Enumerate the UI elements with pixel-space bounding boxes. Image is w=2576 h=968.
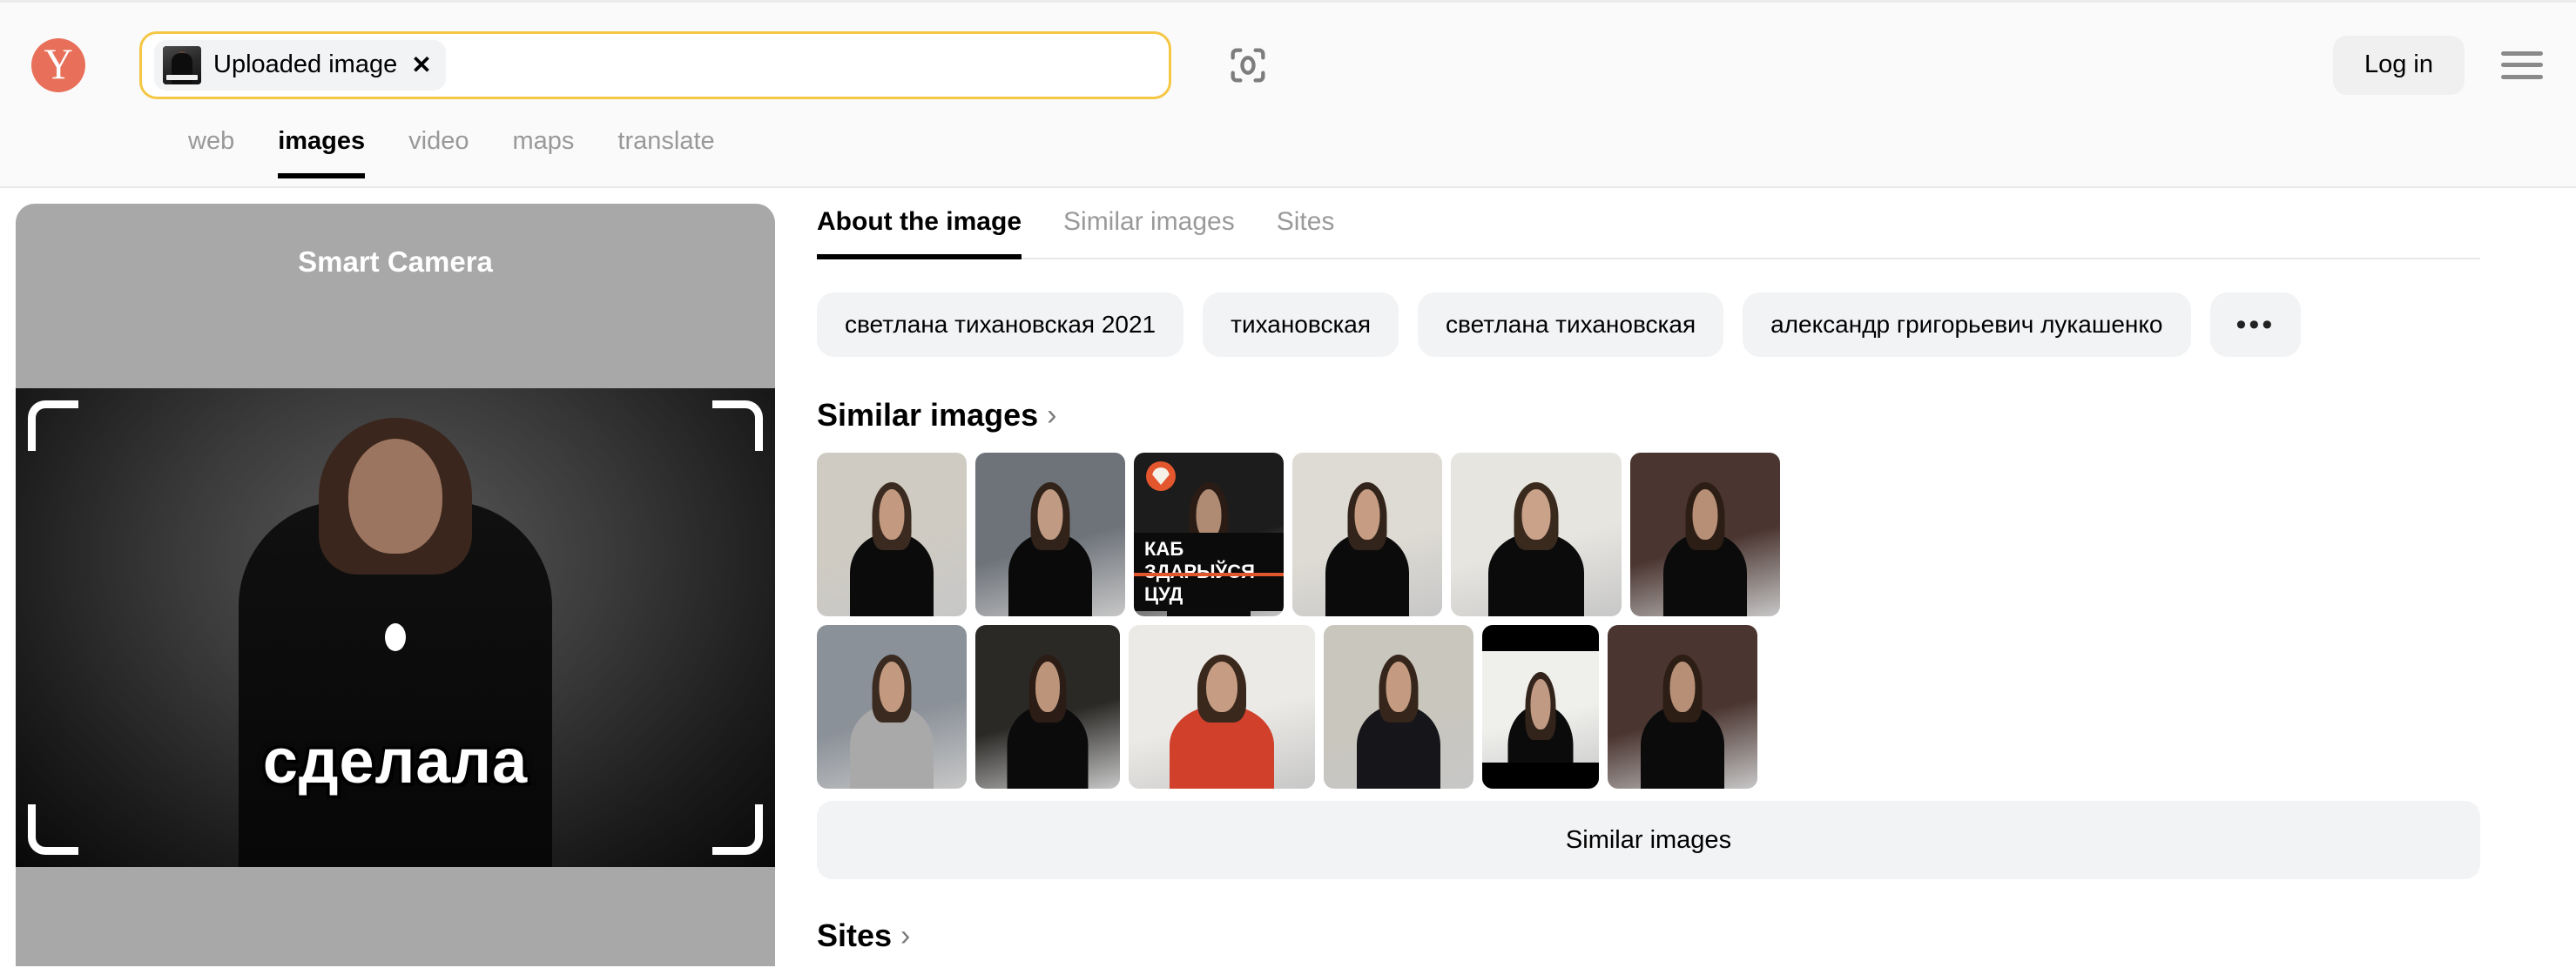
similar-image-thumbnail[interactable] xyxy=(975,625,1120,789)
nav-tab-video[interactable]: video xyxy=(408,127,469,177)
similar-image-thumbnail[interactable] xyxy=(817,453,967,616)
thumbnail-caption-line-2: КАБ ЗДАРЫЎСЯ ЦУД xyxy=(1134,533,1284,611)
similar-images-heading-label: Similar images xyxy=(817,397,1039,433)
chevron-right-icon: › xyxy=(1047,398,1057,432)
smart-camera-title: Smart Camera xyxy=(298,245,493,278)
similar-images-button-label: Similar images xyxy=(1565,825,1732,854)
query-chip[interactable]: светлана тихановская xyxy=(1418,292,1724,357)
similar-image-thumbnail[interactable]: Я Б ХАЦЕЛАКАБ ЗДАРЫЎСЯ ЦУД xyxy=(1134,453,1284,616)
uploaded-image-preview[interactable]: сделала xyxy=(16,388,775,867)
similar-images-heading[interactable]: Similar images › xyxy=(817,397,1056,434)
crop-handle-bottom-right[interactable] xyxy=(712,804,763,855)
yandex-logo[interactable]: Y xyxy=(31,37,85,92)
query-chip[interactable]: александр григорьевич лукашенко xyxy=(1743,292,2191,357)
tab-similar-images[interactable]: Similar images xyxy=(1063,207,1235,258)
similar-image-thumbnail[interactable] xyxy=(1292,453,1442,616)
tab-about-the-image[interactable]: About the image xyxy=(817,207,1022,259)
service-nav: web images video maps translate xyxy=(0,127,2576,188)
similar-images-grid: Я Б ХАЦЕЛАКАБ ЗДАРЫЎСЯ ЦУД xyxy=(817,453,2480,789)
smart-camera-panel: Smart Camera сделала xyxy=(0,188,775,966)
nav-tab-maps[interactable]: maps xyxy=(512,127,574,177)
similar-image-thumbnail[interactable] xyxy=(1482,625,1599,789)
related-query-chips: светлана тихановская 2021 тихановская свет… xyxy=(817,292,2480,357)
similar-image-thumbnail[interactable] xyxy=(975,453,1125,616)
yandex-logo-letter: Y xyxy=(44,38,73,88)
similar-images-row xyxy=(817,625,2480,789)
header-actions: Log in xyxy=(2332,35,2543,95)
query-chip[interactable]: светлана тихановская 2021 xyxy=(817,292,1184,357)
nav-tab-web[interactable]: web xyxy=(188,127,234,177)
similar-image-thumbnail[interactable] xyxy=(1608,625,1757,789)
similar-image-thumbnail[interactable] xyxy=(817,625,967,789)
similar-images-row: Я Б ХАЦЕЛАКАБ ЗДАРЫЎСЯ ЦУД xyxy=(817,453,2480,616)
smart-camera-icon[interactable] xyxy=(1222,39,1274,91)
uploaded-image-thumbnail xyxy=(163,45,201,84)
chevron-right-icon: › xyxy=(900,918,911,952)
nav-tab-images[interactable]: images xyxy=(278,127,365,178)
channel-logo-icon xyxy=(1146,461,1176,491)
page-body: Smart Camera сделала About the image Simi… xyxy=(0,188,2576,966)
crop-handle-top-right[interactable] xyxy=(712,400,763,451)
more-chips-button[interactable]: ••• xyxy=(2209,292,2302,357)
content-tabs: About the image Similar images Sites xyxy=(817,207,2480,259)
crop-handle-top-left[interactable] xyxy=(28,400,78,451)
image-viewer[interactable]: Smart Camera сделала xyxy=(16,204,775,966)
similar-image-thumbnail[interactable] xyxy=(1129,625,1315,789)
image-caption-text: сделала xyxy=(262,727,529,797)
close-icon[interactable]: ✕ xyxy=(411,52,431,77)
similar-image-thumbnail[interactable] xyxy=(1630,453,1780,616)
similar-image-thumbnail[interactable] xyxy=(1324,625,1473,789)
crop-handle-bottom-left[interactable] xyxy=(28,804,78,855)
sites-heading[interactable]: Sites › xyxy=(817,918,910,954)
sites-heading-label: Sites xyxy=(817,918,893,953)
uploaded-image-label: Uploaded image xyxy=(213,50,398,78)
results-panel: About the image Similar images Sites светл… xyxy=(775,188,2576,966)
search-input[interactable]: Uploaded image ✕ xyxy=(139,30,1171,99)
tab-sites[interactable]: Sites xyxy=(1277,207,1335,258)
selection-dot-marker[interactable] xyxy=(385,623,406,651)
page-header: Y Uploaded image ✕ Log in xyxy=(0,0,2576,127)
query-chip[interactable]: тихановская xyxy=(1203,292,1399,357)
hamburger-menu-icon[interactable] xyxy=(2501,48,2543,83)
nav-tab-translate[interactable]: translate xyxy=(617,127,714,177)
log-in-button[interactable]: Log in xyxy=(2332,35,2465,95)
similar-image-thumbnail[interactable] xyxy=(1451,453,1622,616)
similar-images-button[interactable]: Similar images xyxy=(817,801,2480,879)
uploaded-image-chip[interactable]: Uploaded image ✕ xyxy=(154,39,446,91)
